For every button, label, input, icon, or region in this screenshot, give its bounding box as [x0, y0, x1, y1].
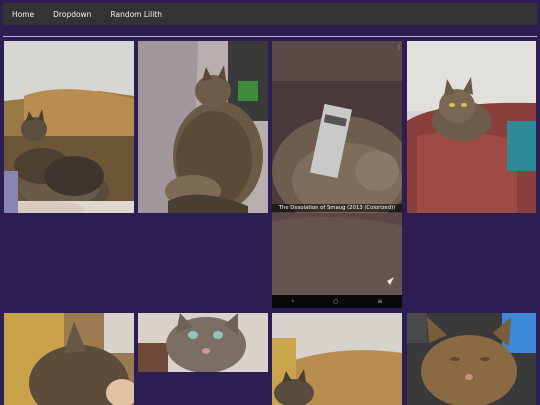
header-divider — [3, 36, 537, 37]
back-icon: ‹ — [291, 298, 294, 305]
home-circle-icon: ○ — [333, 298, 339, 305]
gallery-photo-cat-face[interactable] — [138, 313, 268, 372]
cat-photo-image: ⋮ — [272, 41, 402, 308]
gallery-photo-cat-on-couch[interactable] — [4, 41, 134, 213]
top-navbar: Home Dropdown Random Lilith — [3, 3, 537, 25]
cat-photo-image — [407, 41, 536, 213]
phone-navigation-bar: ‹ ○ ≡ — [272, 295, 402, 308]
gallery-photo-cat-on-armchair[interactable] — [407, 41, 536, 213]
gallery-photo-cat-on-couch-2[interactable] — [272, 313, 402, 405]
recents-icon: ≡ — [377, 298, 383, 305]
nav-dropdown-link[interactable]: Dropdown — [44, 10, 101, 19]
cat-photo-image — [4, 313, 134, 405]
gallery-photo-cat-at-desk[interactable] — [407, 313, 536, 405]
photo-caption: The Desolation of Smaug (2013 (Colorized… — [272, 204, 402, 212]
cat-photo-image — [407, 313, 536, 405]
svg-text:⋮: ⋮ — [396, 44, 402, 51]
cat-photo-image — [138, 41, 268, 213]
cat-photo-image — [138, 313, 268, 372]
gallery-photo-cat-with-hand[interactable] — [4, 313, 134, 405]
cat-photo-image — [4, 41, 134, 213]
gallery-photo-cat-with-can[interactable]: ⋮ The Desolation of Smaug (2013 (Coloriz… — [272, 41, 402, 308]
gallery-photo-cat-curled[interactable] — [138, 41, 268, 213]
nav-home-link[interactable]: Home — [3, 10, 44, 19]
nav-random-lilith-link[interactable]: Random Lilith — [101, 10, 172, 19]
cat-photo-image — [272, 313, 402, 405]
